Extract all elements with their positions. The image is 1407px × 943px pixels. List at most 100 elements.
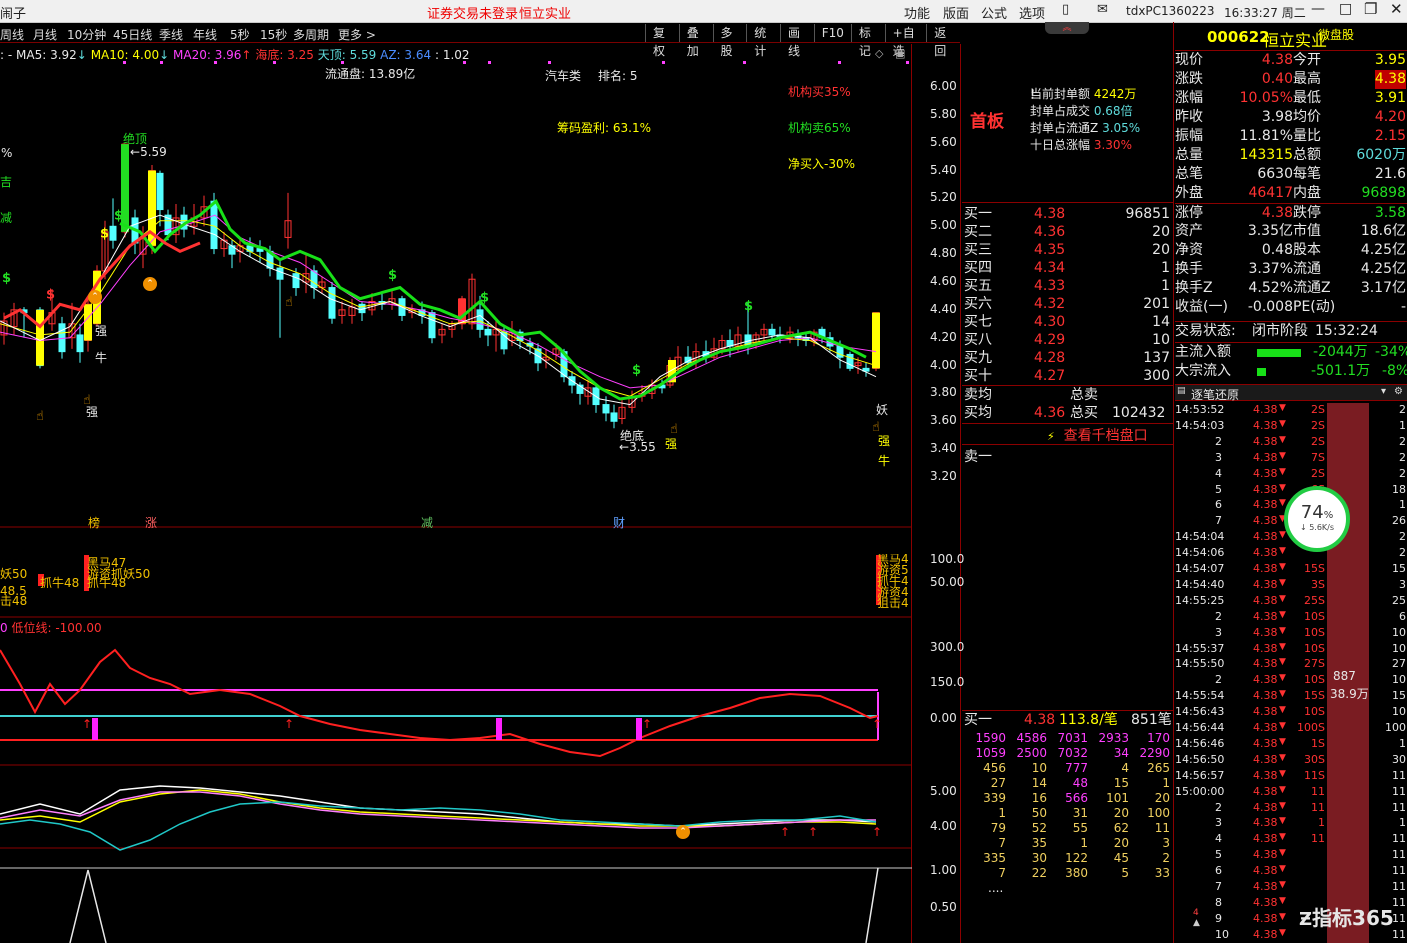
quote-label: PE(动) — [1293, 299, 1336, 315]
tick-price: 4.38 — [1253, 752, 1278, 766]
period-month[interactable]: 月线 — [33, 26, 57, 43]
quote-label: 均价 — [1293, 109, 1321, 125]
quote-label: 最低 — [1293, 90, 1321, 106]
chip-profit: 筹码盈利: 63.1% — [557, 121, 651, 135]
queue-cell: 2500 — [1016, 746, 1047, 760]
queue-label: 买一 — [964, 712, 992, 728]
arrow-down-icon: ▼ — [1279, 752, 1286, 763]
arrow-down-icon: ▼ — [1279, 864, 1286, 875]
queue-cell: 31 — [1072, 806, 1088, 820]
period-more[interactable]: 更多 > — [338, 26, 376, 43]
period-45day[interactable]: 45日线 — [113, 26, 152, 43]
tool-overlay[interactable]: 叠加 — [678, 24, 713, 58]
tick-volume: 11 — [1311, 784, 1325, 798]
menu-layout[interactable]: 版面 — [943, 3, 969, 22]
tool-restore-rights[interactable]: 复权 — [645, 24, 679, 58]
queue-cell: 52 — [1031, 821, 1047, 835]
tick-time: 3 — [1215, 625, 1222, 639]
arrow-down-icon: ▼ — [1279, 498, 1286, 509]
queue-cell: 5 — [1121, 866, 1129, 880]
period-quarter[interactable]: 季线 — [159, 26, 183, 43]
period-10min[interactable]: 10分钟 — [67, 26, 106, 43]
period-more-label: 更多 — [338, 28, 363, 42]
tool-add-watchlist[interactable]: +自选 — [884, 24, 927, 58]
period-year[interactable]: 年线 — [193, 26, 217, 43]
bid-label: 买六 — [964, 296, 992, 312]
tick-price: 4.38 — [1253, 832, 1278, 846]
main-axis-label: 4.00 — [930, 357, 957, 372]
kline-chart[interactable]: $ $ $ $ $ $ $ $ ↑ ↑ ↑ ↑ ↑ ↑ ↑ — [0, 44, 912, 943]
bid-row[interactable]: 买九 4.28 137 — [962, 349, 1173, 368]
bid-row[interactable]: 买五 4.33 1 — [962, 277, 1173, 296]
menu-function[interactable]: 功能 — [904, 3, 930, 22]
collapse-tab[interactable]: ︽ — [1045, 22, 1089, 34]
bid-row[interactable]: 买一 4.38 96851 — [962, 205, 1173, 224]
bid-row[interactable]: 买七 4.30 14 — [962, 313, 1173, 332]
chart-area[interactable]: $ $ $ $ $ $ $ $ ↑ ↑ ↑ ↑ ↑ ↑ ↑ : - MA5: 3.92↓ MA10: 4… — [0, 44, 912, 943]
tool-multi-stock[interactable]: 多股 — [712, 24, 747, 58]
login-notice[interactable]: 证券交易未登录 — [427, 3, 518, 22]
osc-line-white — [0, 785, 877, 827]
arrow-down-icon: ▼ — [1279, 816, 1286, 827]
close-icon[interactable]: ✕ — [1390, 0, 1403, 18]
filter-icon[interactable]: ▾ — [1381, 386, 1386, 397]
period-5sec[interactable]: 5秒 — [230, 26, 250, 43]
maximize-icon[interactable]: □ — [1339, 1, 1352, 17]
quote-row: 换手 3.37% 流通 4.25亿 — [1175, 260, 1407, 279]
ratio-value: : 1.02 — [434, 48, 470, 62]
period-multi[interactable]: 多周期 — [293, 26, 329, 43]
tick-volume: 3S — [1311, 577, 1325, 591]
main-axis-label: 5.80 — [930, 106, 957, 121]
marker-dot — [662, 61, 665, 64]
ma5-value: MA5: 3.92 — [16, 48, 77, 62]
candle-body — [156, 172, 164, 211]
bid-row[interactable]: 买八 4.29 10 — [962, 331, 1173, 350]
bid-row[interactable]: 买二 4.36 20 — [962, 223, 1173, 242]
tick-row: 3 4.38 ▼ 7S 2 — [1175, 451, 1407, 466]
tool-back[interactable]: 返回 — [926, 24, 960, 58]
tool-mark[interactable]: 标记 — [850, 24, 885, 58]
ticks-title[interactable]: 逐笔还原 — [1191, 386, 1239, 403]
bid-volume: 300 — [1143, 368, 1170, 384]
main-axis-label: 3.60 — [930, 413, 957, 428]
quote-value: 3.98 — [1261, 109, 1293, 125]
queue-cell: 7031 — [1057, 731, 1088, 745]
quote-label: 总额 — [1293, 147, 1321, 163]
tool-statistics[interactable]: 统计 — [746, 24, 780, 58]
quote-label: 涨跌 — [1175, 71, 1203, 87]
tool-f10[interactable]: F10 — [813, 24, 851, 42]
settings-icon[interactable]: ⚙ — [1394, 386, 1403, 397]
tick-count: 6 — [1399, 609, 1406, 623]
menu-formula[interactable]: 公式 — [981, 3, 1007, 22]
queue-cell: 4 — [1121, 761, 1129, 775]
tool-draw[interactable]: 画线 — [780, 24, 814, 58]
quote-label: 跌停 — [1293, 205, 1321, 221]
depth-link[interactable]: ⚡ 查看千档盘口 — [1047, 425, 1148, 445]
menu-options[interactable]: 选项 — [1019, 3, 1045, 22]
panel-toggle-icon[interactable]: ▣ — [895, 47, 905, 60]
quote-value: 18.6亿 — [1360, 223, 1406, 239]
phone-icon[interactable]: ▯ — [1062, 2, 1069, 17]
period-week[interactable]: 周线 — [0, 26, 24, 43]
bid-row[interactable]: 买三 4.35 20 — [962, 241, 1173, 260]
diamond-icon[interactable]: ◇ — [875, 47, 883, 60]
quote-value: 3.58 — [1374, 205, 1406, 221]
block-flow-bar — [1257, 368, 1266, 376]
tick-row: 2 4.38 ▼ 10S 10 — [1175, 673, 1407, 688]
period-15sec[interactable]: 15秒 — [260, 26, 287, 43]
bid-row[interactable]: 买六 4.32 201 — [962, 295, 1173, 314]
tick-price: 4.38 — [1253, 768, 1278, 782]
tick-price: 4.38 — [1253, 927, 1278, 941]
restore-icon[interactable]: ❐ — [1364, 0, 1377, 18]
net-speed-widget[interactable]: 74% ↓ 5.6K/s — [1284, 486, 1350, 552]
mail-icon[interactable]: ✉ — [1097, 2, 1108, 17]
bid-row[interactable]: 买四 4.34 1 — [962, 259, 1173, 278]
p2-axis-100: 100.0 — [930, 552, 965, 566]
chart-tools: 复权 叠加 多股 统计 画线 F10 标记 +自选 返回 — [645, 24, 960, 58]
bid-row[interactable]: 买十 4.27 300 — [962, 367, 1173, 386]
tag-cai: 财 — [613, 516, 626, 530]
candle-body — [109, 225, 117, 241]
queue-more[interactable]: .... — [988, 881, 1003, 895]
minimize-icon[interactable]: — — [1311, 1, 1325, 17]
block-flow-row: 大宗流入 -501.1万 -8% — [1175, 362, 1407, 381]
